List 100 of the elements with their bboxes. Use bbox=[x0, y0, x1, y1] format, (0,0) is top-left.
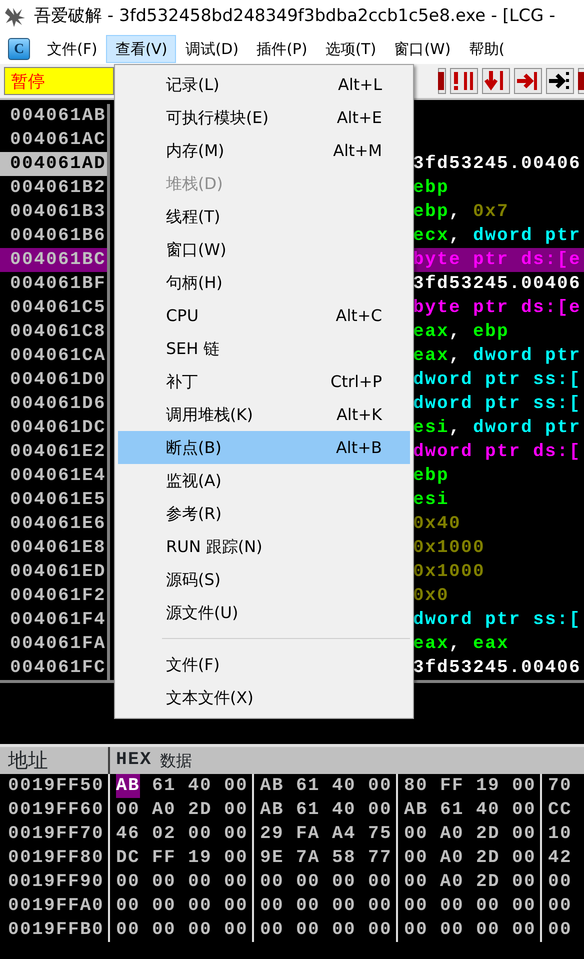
menu-item-label: 调用堆栈(K) bbox=[166, 404, 253, 426]
hex-byte: 00 bbox=[260, 919, 284, 942]
hex-byte: AB bbox=[404, 799, 428, 822]
address-cell[interactable]: 004061C5 bbox=[0, 296, 110, 320]
address-cell[interactable]: 004061DC bbox=[0, 416, 110, 440]
operand-text: dword ptr ss:[ bbox=[413, 609, 582, 632]
address-cell[interactable]: 004061F4 bbox=[0, 608, 110, 632]
address-cell[interactable]: 004061BF bbox=[0, 272, 110, 296]
hex-byte[interactable]: AB bbox=[116, 774, 140, 798]
menu-item[interactable]: 源码(S) bbox=[118, 563, 410, 596]
menu-item-label: 监视(A) bbox=[166, 470, 222, 492]
app-icon bbox=[4, 6, 26, 28]
operand-text: ebp, 0x7 bbox=[413, 201, 510, 224]
hex-byte: 61 bbox=[152, 775, 176, 798]
hex-byte: 00 bbox=[332, 919, 356, 942]
address-cell[interactable]: 004061E2 bbox=[0, 440, 110, 464]
app-logo-icon[interactable]: C bbox=[8, 38, 30, 60]
window-title: 吾爱破解 - 3fd532458bd248349f3bdba2ccb1c5e8.exe - [LCG - bbox=[34, 5, 556, 28]
hex-byte: 00 bbox=[152, 895, 176, 918]
address-cell[interactable]: 004061FA bbox=[0, 632, 110, 656]
shortcut-text: Alt+K bbox=[336, 404, 382, 426]
hex-byte: 00 bbox=[116, 799, 140, 822]
operand-text: 3fd53245.00406 bbox=[413, 153, 582, 176]
hex-byte: 00 bbox=[332, 895, 356, 918]
hex-byte: 00 bbox=[404, 871, 428, 894]
menu-item-label: 参考(R) bbox=[166, 502, 222, 524]
operand-text: esi, dword ptr bbox=[413, 417, 582, 440]
menu-item[interactable]: 查看(V) bbox=[106, 34, 176, 64]
hex-byte: 77 bbox=[368, 847, 392, 870]
menu-item[interactable]: 窗口(W) bbox=[118, 233, 410, 266]
menu-item[interactable]: 内存(M) Alt+M bbox=[118, 134, 410, 167]
menu-item[interactable]: 调试(D) bbox=[176, 34, 248, 64]
menu-item[interactable]: 线程(T) bbox=[118, 200, 410, 233]
hex-byte: 00 bbox=[332, 871, 356, 894]
hex-byte: FF bbox=[152, 847, 176, 870]
address-cell[interactable]: 004061B2 bbox=[0, 176, 110, 200]
menu-item[interactable]: 断点(B) Alt+B bbox=[118, 431, 410, 464]
hex-byte: 80 bbox=[404, 775, 428, 798]
menu-item-label: 线程(T) bbox=[166, 206, 220, 228]
hex-byte: CC bbox=[548, 799, 572, 822]
menu-item[interactable]: 帮助( bbox=[460, 34, 514, 64]
address-cell[interactable]: 004061FC bbox=[0, 656, 110, 680]
address-cell[interactable]: 004061E6 bbox=[0, 512, 110, 536]
address-cell[interactable]: 004061ED bbox=[0, 560, 110, 584]
address-cell[interactable]: 004061E8 bbox=[0, 536, 110, 560]
menu-item[interactable]: 记录(L) Alt+L bbox=[118, 68, 410, 101]
operand-text: 0x1000 bbox=[413, 561, 486, 584]
menu-item[interactable]: 文本文件(X) bbox=[118, 681, 410, 714]
menu-item[interactable]: 可执行模块(E) Alt+E bbox=[118, 101, 410, 134]
menu-item[interactable]: 窗口(W) bbox=[385, 34, 460, 64]
menu-item[interactable]: 源文件(U) bbox=[118, 596, 410, 629]
menu-item[interactable]: 选项(T) bbox=[316, 34, 386, 64]
operand-text: 0x40 bbox=[413, 513, 462, 536]
menu-item-label: 文本文件(X) bbox=[166, 686, 254, 708]
address-cell[interactable]: 004061F2 bbox=[0, 584, 110, 608]
hex-byte: 40 bbox=[476, 799, 500, 822]
operand-text: dword ptr ss:[ bbox=[413, 393, 582, 416]
menu-item[interactable]: 句柄(H) bbox=[118, 266, 410, 299]
hex-byte: FA bbox=[296, 823, 320, 846]
hex-byte: 40 bbox=[332, 775, 356, 798]
address-cell[interactable]: 004061CA bbox=[0, 344, 110, 368]
address-cell[interactable]: 004061D0 bbox=[0, 368, 110, 392]
address-cell[interactable]: 004061E5 bbox=[0, 488, 110, 512]
menu-item[interactable]: 文件(F) bbox=[118, 648, 410, 681]
hex-byte: 00 bbox=[548, 895, 572, 918]
toolbar-icon[interactable] bbox=[438, 68, 446, 94]
hex-byte: 42 bbox=[548, 847, 572, 870]
address-cell[interactable]: 004061D6 bbox=[0, 392, 110, 416]
hex-byte: 00 bbox=[548, 919, 572, 942]
hex-byte: 46 bbox=[116, 823, 140, 846]
menu-item[interactable]: 监视(A) bbox=[118, 464, 410, 497]
menu-item[interactable]: 插件(P) bbox=[248, 34, 316, 64]
address-cell[interactable]: 004061BC bbox=[0, 248, 110, 272]
menu-item[interactable]: SEH 链 bbox=[118, 332, 410, 365]
menu-item[interactable]: 文件(F) bbox=[38, 34, 106, 64]
address-cell[interactable]: 004061E4 bbox=[0, 464, 110, 488]
hex-byte: 00 bbox=[224, 919, 248, 942]
address-cell[interactable]: 004061AB bbox=[0, 104, 110, 128]
hex-byte: DC bbox=[116, 847, 140, 870]
address-cell[interactable]: 004061B3 bbox=[0, 200, 110, 224]
menu-item[interactable]: RUN 跟踪(N) bbox=[118, 530, 410, 563]
hex-byte: FF bbox=[440, 775, 464, 798]
hex-byte: 00 bbox=[440, 895, 464, 918]
address-cell[interactable]: 004061C8 bbox=[0, 320, 110, 344]
address-cell: 0019FFB0 bbox=[0, 918, 110, 942]
bars-icon[interactable] bbox=[450, 68, 478, 94]
address-cell[interactable]: 004061AD bbox=[0, 152, 110, 176]
address-cell: 0019FF70 bbox=[0, 822, 110, 846]
hex-byte: 00 bbox=[224, 823, 248, 846]
menu-item[interactable]: 补丁 Ctrl+P bbox=[118, 365, 410, 398]
hex-byte: 00 bbox=[224, 775, 248, 798]
status-label: 暂停 bbox=[4, 67, 114, 95]
hex-byte: 61 bbox=[296, 799, 320, 822]
menu-item[interactable]: 参考(R) bbox=[118, 497, 410, 530]
menu-item[interactable]: 调用堆栈(K) Alt+K bbox=[118, 398, 410, 431]
toolbar-icon[interactable] bbox=[578, 68, 584, 94]
menu-item[interactable]: CPU Alt+C bbox=[118, 299, 410, 332]
menu-item-label: 文件(F) bbox=[166, 654, 220, 676]
hex-byte: 00 bbox=[224, 871, 248, 894]
hex-byte: 40 bbox=[188, 775, 212, 798]
